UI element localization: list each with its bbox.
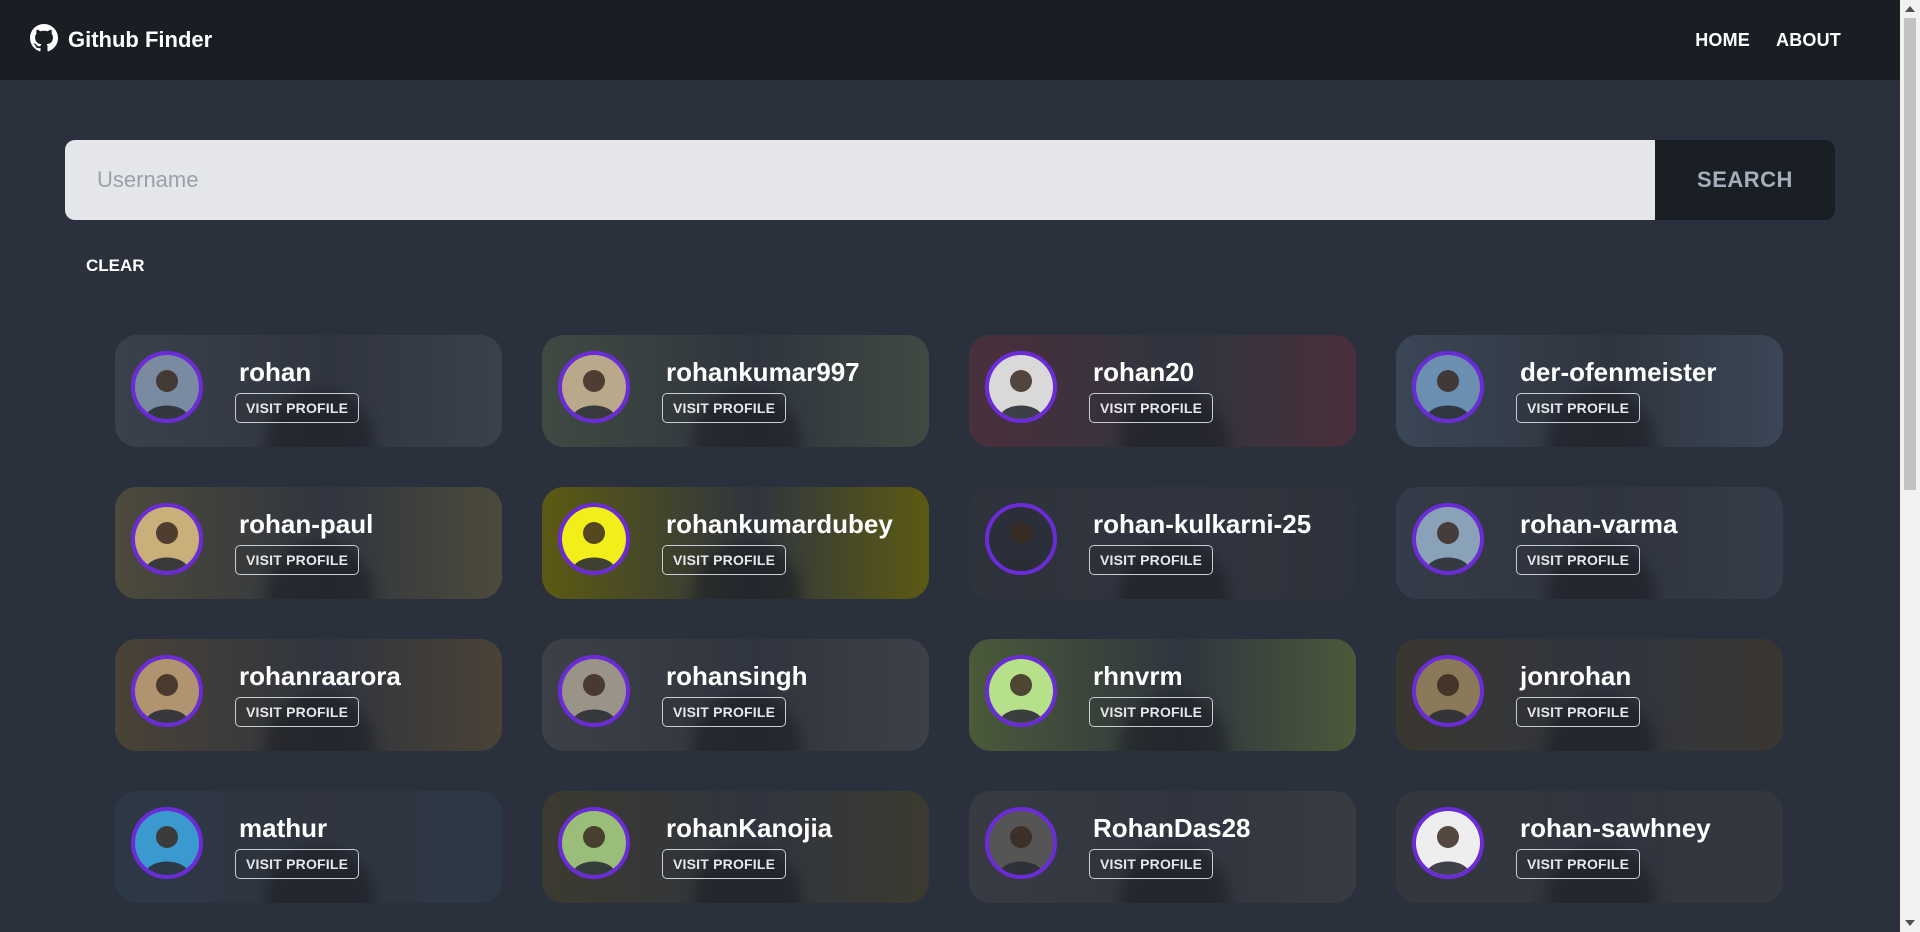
user-card: rohan-kulkarni-25 VISIT PROFILE [969,487,1356,599]
user-avatar [1412,655,1484,727]
username-search-input[interactable] [65,140,1655,220]
scrollbar-thumb[interactable] [1904,18,1916,490]
search-form: SEARCH [65,140,1835,220]
user-card: rohansingh VISIT PROFILE [542,639,929,751]
user-login: rohan-paul [239,509,374,539]
user-avatar [558,807,630,879]
user-card: der-ofenmeister VISIT PROFILE [1396,335,1783,447]
nav-home-link[interactable]: HOME [1682,20,1763,61]
user-login: rohan-varma [1520,509,1678,539]
user-avatar [985,655,1057,727]
user-card: rohanraarora VISIT PROFILE [115,639,502,751]
user-card: rohan VISIT PROFILE [115,335,502,447]
clear-button[interactable]: CLEAR [72,250,159,282]
nav-about-link[interactable]: ABOUT [1763,20,1854,61]
user-card: rohan-varma VISIT PROFILE [1396,487,1783,599]
visit-profile-button[interactable]: VISIT PROFILE [662,393,787,423]
visit-profile-button[interactable]: VISIT PROFILE [235,545,360,575]
nav-links: HOME ABOUT [1682,20,1854,61]
user-login: jonrohan [1520,661,1632,691]
user-card: RohanDas28 VISIT PROFILE [969,791,1356,903]
user-card: rohan-paul VISIT PROFILE [115,487,502,599]
visit-profile-button[interactable]: VISIT PROFILE [1089,393,1214,423]
github-icon [30,23,58,57]
user-card: rohan-sawhney VISIT PROFILE [1396,791,1783,903]
user-avatar [985,807,1057,879]
search-button[interactable]: SEARCH [1655,140,1835,220]
user-login: rohan [239,357,312,387]
user-login: mathur [239,813,328,843]
user-login: rohan-sawhney [1520,813,1711,843]
visit-profile-button[interactable]: VISIT PROFILE [1516,545,1641,575]
brand-title: Github Finder [68,27,213,52]
user-card: jonrohan VISIT PROFILE [1396,639,1783,751]
user-avatar [1412,807,1484,879]
visit-profile-button[interactable]: VISIT PROFILE [235,849,360,879]
user-avatar [558,351,630,423]
user-avatar [1412,351,1484,423]
user-avatar [558,503,630,575]
user-avatar [131,807,203,879]
visit-profile-button[interactable]: VISIT PROFILE [235,393,360,423]
user-login: rohanKanojia [666,813,833,843]
navbar: Github Finder HOME ABOUT [0,0,1900,80]
visit-profile-button[interactable]: VISIT PROFILE [1089,849,1214,879]
brand[interactable]: Github Finder [30,23,213,57]
user-avatar [985,351,1057,423]
user-avatar [558,655,630,727]
visit-profile-button[interactable]: VISIT PROFILE [662,849,787,879]
user-login: rohansingh [666,661,808,691]
user-avatar [131,351,203,423]
user-card: rohan20 VISIT PROFILE [969,335,1356,447]
user-results-grid: rohan VISIT PROFILE rohankumar997 VISIT … [115,335,1783,903]
visit-profile-button[interactable]: VISIT PROFILE [1089,545,1214,575]
visit-profile-button[interactable]: VISIT PROFILE [662,697,787,727]
scroll-up-arrow-icon[interactable] [1905,6,1915,12]
app-root: Github Finder HOME ABOUT SEARCH CLEAR ro… [0,0,1920,932]
user-card: rohankumar997 VISIT PROFILE [542,335,929,447]
user-login: rohan-kulkarni-25 [1093,509,1312,539]
visit-profile-button[interactable]: VISIT PROFILE [1516,697,1641,727]
visit-profile-button[interactable]: VISIT PROFILE [662,545,787,575]
visit-profile-button[interactable]: VISIT PROFILE [1089,697,1214,727]
user-login: rohankumardubey [666,509,893,539]
user-avatar [1412,503,1484,575]
user-avatar [131,655,203,727]
user-card: rohankumardubey VISIT PROFILE [542,487,929,599]
user-login: rohan20 [1093,357,1195,387]
user-login: rhnvrm [1093,661,1183,691]
user-login: rohanraarora [239,661,401,691]
user-card: rohanKanojia VISIT PROFILE [542,791,929,903]
scroll-down-arrow-icon[interactable] [1905,920,1915,926]
user-login: der-ofenmeister [1520,357,1717,387]
user-card: mathur VISIT PROFILE [115,791,502,903]
page-scrollbar[interactable] [1900,0,1920,932]
user-avatar [985,503,1057,575]
visit-profile-button[interactable]: VISIT PROFILE [1516,393,1641,423]
user-login: RohanDas28 [1093,813,1251,843]
user-login: rohankumar997 [666,357,860,387]
user-avatar [131,503,203,575]
visit-profile-button[interactable]: VISIT PROFILE [235,697,360,727]
visit-profile-button[interactable]: VISIT PROFILE [1516,849,1641,879]
user-card: rhnvrm VISIT PROFILE [969,639,1356,751]
